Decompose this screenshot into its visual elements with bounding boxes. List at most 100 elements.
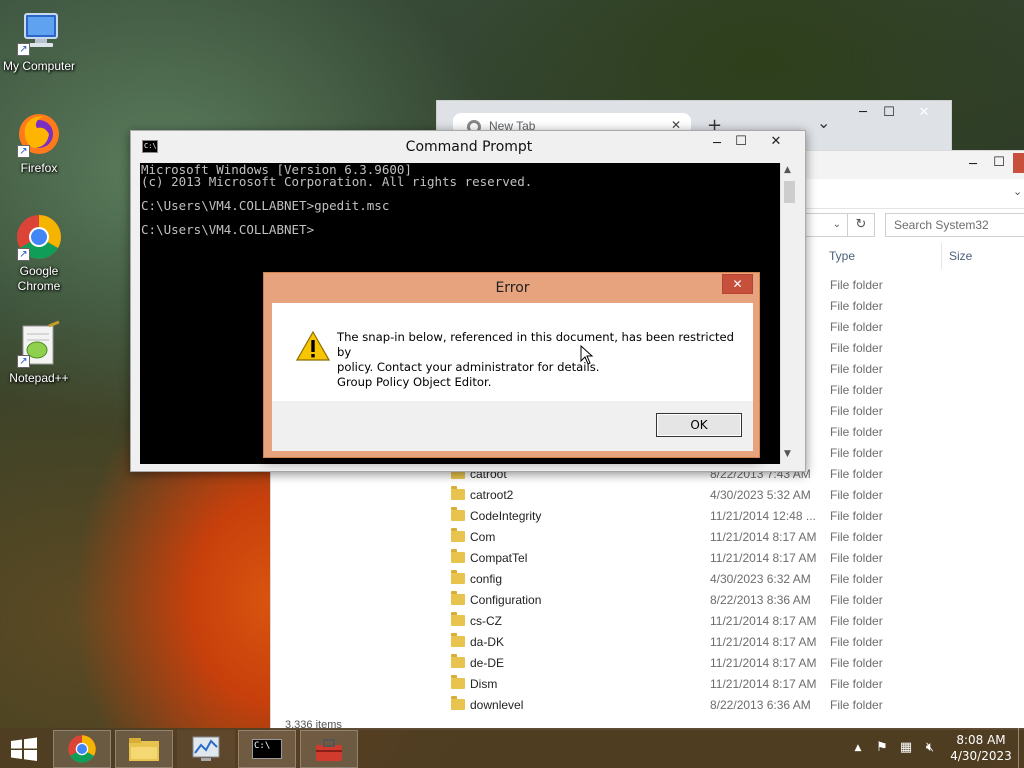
network-icon[interactable]: ▦ bbox=[897, 740, 915, 756]
file-type: File folder bbox=[830, 572, 883, 586]
folder-icon bbox=[451, 549, 465, 563]
file-date-modified: 11/21/2014 8:17 AM bbox=[710, 530, 817, 544]
error-message: The snap-in below, referenced in this do… bbox=[337, 330, 737, 390]
taskbar-resource-monitor-button[interactable] bbox=[177, 730, 235, 768]
chrome-tab-search-button[interactable]: ⌄ bbox=[817, 113, 830, 132]
desktop-icon-label: Google Chrome bbox=[17, 264, 61, 293]
folder-icon bbox=[451, 486, 465, 500]
refresh-button[interactable]: ↻ bbox=[847, 213, 875, 237]
file-type: File folder bbox=[830, 299, 883, 313]
file-type: File folder bbox=[830, 341, 883, 355]
cmd-minimize-button[interactable]: ─ bbox=[705, 134, 729, 154]
file-name: CompatTel bbox=[470, 551, 528, 565]
file-type: File folder bbox=[830, 614, 883, 628]
clock-date: 4/30/2023 bbox=[950, 749, 1012, 763]
shortcut-arrow-icon: ↗ bbox=[17, 355, 30, 368]
file-name: de-DE bbox=[470, 656, 505, 670]
warning-icon bbox=[295, 330, 331, 361]
error-dialog-title: Error bbox=[495, 280, 530, 296]
folder-icon bbox=[451, 507, 465, 521]
cmd-scrollbar[interactable]: ▲ ▼ bbox=[780, 163, 798, 464]
taskbar-file-explorer-button[interactable] bbox=[115, 730, 173, 768]
file-type: File folder bbox=[830, 635, 883, 649]
volume-muted-icon[interactable]: 🔇︎ bbox=[921, 740, 939, 756]
file-date-modified: 4/30/2023 5:32 AM bbox=[710, 488, 811, 502]
file-name: cs-CZ bbox=[470, 614, 502, 628]
notepad-plus-plus-icon: ↗ bbox=[15, 320, 63, 368]
cmd-close-button[interactable]: ✕ bbox=[761, 132, 791, 152]
console-line: C:\Users\VM4.COLLABNET>gpedit.msc bbox=[141, 198, 390, 213]
folder-icon bbox=[451, 675, 465, 689]
desktop-icon-label: Firefox bbox=[20, 161, 58, 175]
file-row[interactable]: catroot2 4/30/2023 5:32 AM File folder bbox=[271, 485, 1024, 506]
error-message-line: policy. Contact your administrator for d… bbox=[337, 360, 600, 374]
file-type: File folder bbox=[830, 656, 883, 670]
column-header-type[interactable]: Type bbox=[829, 249, 855, 263]
file-type: File folder bbox=[830, 383, 883, 397]
file-row[interactable]: da-DK 11/21/2014 8:17 AM File folder bbox=[271, 632, 1024, 653]
file-type: File folder bbox=[830, 467, 883, 481]
ok-button[interactable]: OK bbox=[656, 413, 742, 437]
error-dialog[interactable]: Error ✕ The snap-in below, referenced in… bbox=[263, 272, 760, 458]
taskbar: C:\ ▲ ⚑ ▦ 🔇︎ 8:08 AM 4/30/2023 bbox=[0, 728, 1024, 768]
column-divider bbox=[941, 243, 942, 269]
file-row[interactable]: CodeIntegrity 11/21/2014 12:48 ... File fo… bbox=[271, 506, 1024, 527]
chrome-maximize-button[interactable]: ☐ bbox=[877, 103, 901, 123]
file-name: CodeIntegrity bbox=[470, 509, 542, 523]
file-row[interactable]: Com 11/21/2014 8:17 AM File folder bbox=[271, 527, 1024, 548]
file-row[interactable]: downlevel 8/22/2013 6:36 AM File folder bbox=[271, 695, 1024, 716]
folder-icon bbox=[451, 612, 465, 626]
explorer-minimize-button[interactable]: ─ bbox=[961, 155, 985, 175]
explorer-close-button[interactable] bbox=[1013, 153, 1024, 173]
file-date-modified: 11/21/2014 8:17 AM bbox=[710, 551, 817, 565]
file-row[interactable]: de-DE 11/21/2014 8:17 AM File folder bbox=[271, 653, 1024, 674]
file-name: config bbox=[470, 572, 503, 586]
chrome-icon: ↗ bbox=[15, 213, 63, 261]
action-center-flag-icon[interactable]: ⚑ bbox=[873, 740, 891, 756]
file-date-modified: 11/21/2014 8:17 AM bbox=[710, 677, 817, 691]
scroll-down-icon[interactable]: ▼ bbox=[784, 449, 791, 459]
scroll-thumb[interactable] bbox=[784, 181, 795, 203]
file-type: File folder bbox=[830, 446, 883, 460]
desktop-icon-google-chrome[interactable]: ↗ Google Chrome bbox=[0, 213, 78, 294]
cmd-icon: C:\ bbox=[252, 739, 282, 759]
file-name: Com bbox=[470, 530, 496, 544]
show-hidden-icons-button[interactable]: ▲ bbox=[849, 740, 867, 756]
explorer-maximize-button[interactable]: ☐ bbox=[987, 153, 1011, 173]
chrome-minimize-button[interactable]: ─ bbox=[851, 103, 875, 123]
desktop-icon-my-computer[interactable]: ↗ My Computer bbox=[0, 8, 78, 74]
desktop-icon-notepad-plus-plus[interactable]: ↗ Notepad++ bbox=[0, 320, 78, 386]
taskbar-toolbox-button[interactable] bbox=[300, 730, 358, 768]
folder-icon bbox=[451, 696, 465, 710]
taskbar-clock[interactable]: 8:08 AM 4/30/2023 bbox=[948, 732, 1014, 764]
console-line: (c) 2013 Microsoft Corporation. All righ… bbox=[141, 174, 533, 189]
start-button[interactable] bbox=[10, 737, 38, 761]
desktop-icon-firefox[interactable]: ↗ Firefox bbox=[0, 110, 78, 176]
file-row[interactable]: cs-CZ 11/21/2014 8:17 AM File folder bbox=[271, 611, 1024, 632]
cmd-maximize-button[interactable]: ☐ bbox=[729, 132, 753, 152]
taskbar-command-prompt-button[interactable]: C:\ bbox=[238, 730, 296, 768]
folder-icon bbox=[129, 738, 159, 761]
ribbon-expand-icon[interactable]: ⌄ bbox=[1013, 185, 1022, 198]
show-desktop-button[interactable] bbox=[1018, 728, 1024, 768]
chrome-close-button[interactable]: ✕ bbox=[909, 103, 939, 123]
error-message-line: The snap-in below, referenced in this do… bbox=[337, 330, 735, 359]
address-dropdown-button[interactable]: ⌄ bbox=[801, 213, 847, 237]
computer-icon: ↗ bbox=[15, 8, 63, 56]
file-type: File folder bbox=[830, 698, 883, 712]
taskbar-chrome-button[interactable] bbox=[53, 730, 111, 768]
file-type: File folder bbox=[830, 404, 883, 418]
clock-time: 8:08 AM bbox=[956, 733, 1006, 747]
file-row[interactable]: CompatTel 11/21/2014 8:17 AM File folder bbox=[271, 548, 1024, 569]
mouse-cursor-icon bbox=[580, 344, 594, 368]
error-dialog-body: The snap-in below, referenced in this do… bbox=[272, 303, 753, 451]
error-dialog-close-button[interactable]: ✕ bbox=[722, 274, 753, 294]
file-row[interactable]: Dism 11/21/2014 8:17 AM File folder bbox=[271, 674, 1024, 695]
file-date-modified: 11/21/2014 8:17 AM bbox=[710, 614, 817, 628]
file-type: File folder bbox=[830, 425, 883, 439]
file-row[interactable]: config 4/30/2023 6:32 AM File folder bbox=[271, 569, 1024, 590]
file-row[interactable]: Configuration 8/22/2013 8:36 AM File folde… bbox=[271, 590, 1024, 611]
column-header-size[interactable]: Size bbox=[949, 249, 972, 263]
scroll-up-icon[interactable]: ▲ bbox=[784, 165, 791, 175]
search-input[interactable]: Search System32 bbox=[885, 213, 1024, 237]
